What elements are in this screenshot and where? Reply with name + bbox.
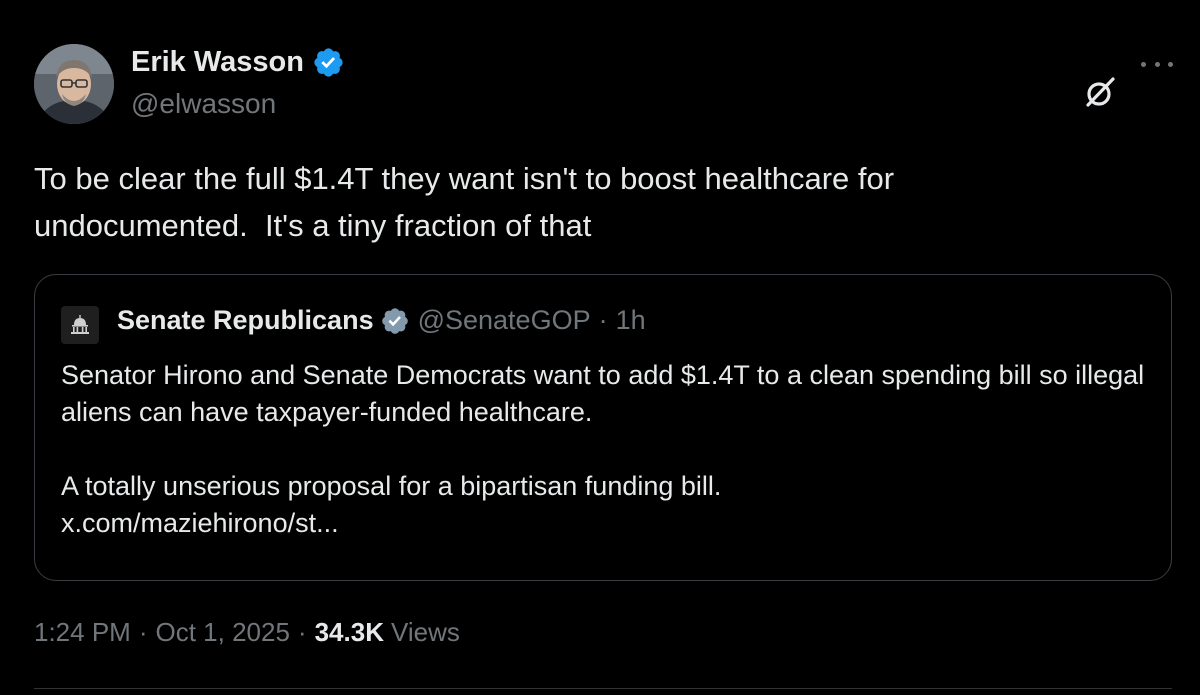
tweet-time[interactable]: 1:24 PM — [34, 617, 131, 648]
views-label: Views — [390, 617, 460, 647]
tweet-meta: 1:24 PM · Oct 1, 2025 · 34.3K Views — [34, 617, 460, 648]
divider — [34, 688, 1172, 689]
quoted-separator: · — [598, 305, 608, 335]
tweet-text: To be clear the full $1.4T they want isn… — [34, 161, 895, 243]
quoted-paragraph-1: Senator Hirono and Senate Democrats want… — [61, 360, 1145, 427]
tweet-date[interactable]: Oct 1, 2025 — [156, 617, 290, 648]
quoted-author-avatar[interactable] — [61, 306, 99, 344]
quoted-author-name[interactable]: Senate Republicans — [117, 305, 374, 336]
grok-icon[interactable] — [1084, 75, 1118, 109]
tweet: Erik Wasson @elwasson To be clear the fu… — [0, 0, 1200, 695]
author-avatar[interactable] — [34, 44, 114, 124]
quoted-tweet-header: Senate Republicans @SenateGOP · 1h — [117, 305, 646, 336]
author-name[interactable]: Erik Wasson — [131, 46, 345, 79]
author-handle[interactable]: @elwasson — [131, 88, 276, 120]
quoted-link[interactable]: x.com/maziehirono/st... — [61, 505, 1151, 542]
author-name-text[interactable]: Erik Wasson — [131, 46, 304, 79]
quoted-tweet-text: Senator Hirono and Senate Democrats want… — [61, 357, 1151, 542]
quoted-tweet-card[interactable]: Senate Republicans @SenateGOP · 1h Senat… — [34, 274, 1172, 581]
quoted-verified-icon — [380, 306, 410, 336]
views-count: 34.3K — [314, 617, 384, 647]
meta-separator: · — [138, 617, 148, 647]
more-options-icon[interactable] — [1141, 59, 1173, 69]
verified-icon[interactable] — [312, 46, 345, 79]
quoted-paragraph-2: A totally unserious proposal for a bipar… — [61, 471, 722, 501]
quoted-author-handle[interactable]: @SenateGOP — [418, 305, 591, 336]
quoted-timestamp[interactable]: 1h — [616, 305, 646, 336]
meta-separator: · — [297, 617, 307, 647]
capitol-building-icon — [71, 315, 89, 334]
